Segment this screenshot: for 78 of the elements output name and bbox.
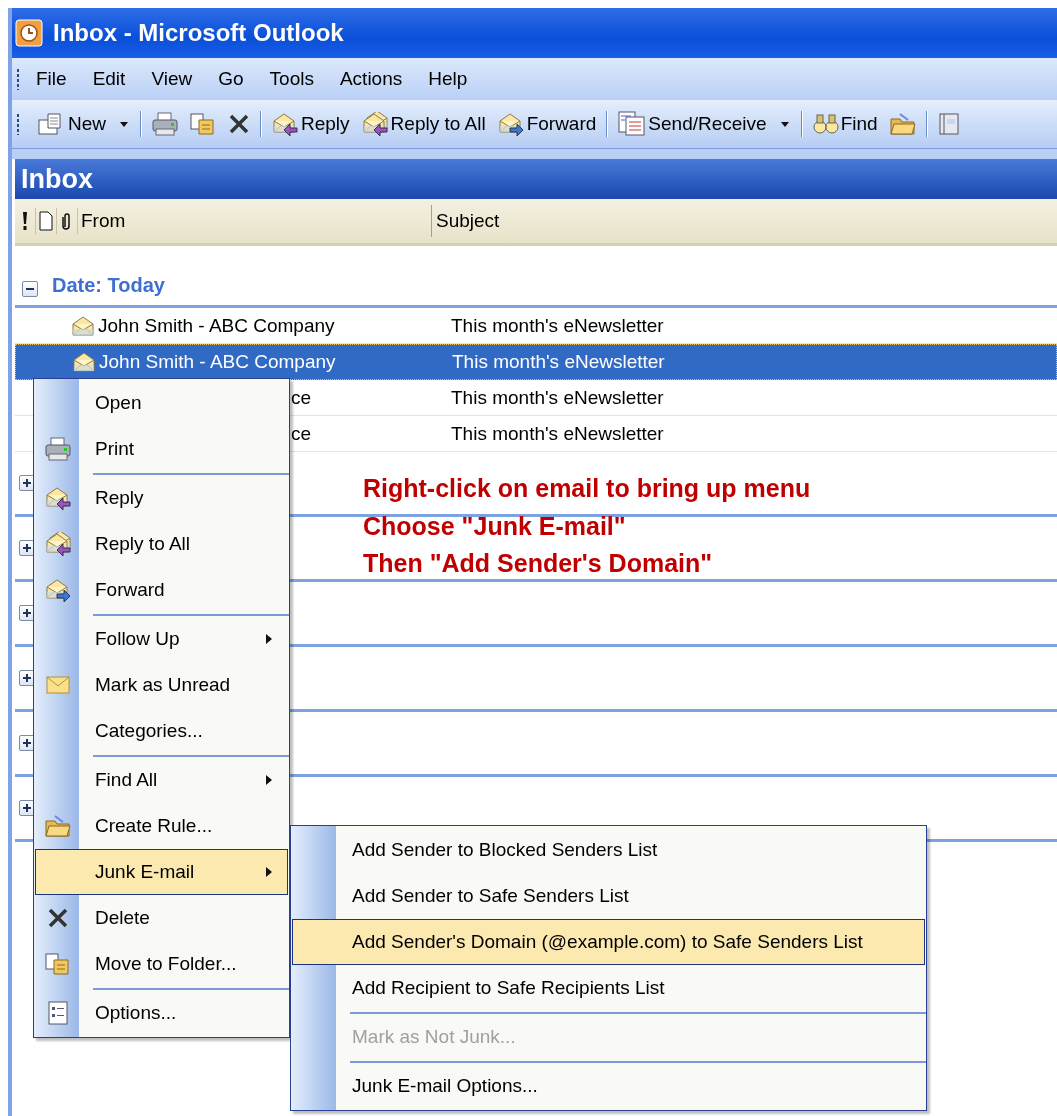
annotation-text: Right-click on email to bring up menu [363,473,811,504]
menu-item[interactable]: Add Recipient to Safe Recipients List [292,965,925,1011]
folder-icon [45,814,71,838]
delete-icon [47,907,69,929]
menu-item[interactable]: Go [206,68,258,90]
menu-item[interactable]: Junk E-mail [35,849,288,895]
reply-all-icon [361,111,389,137]
document-icon [39,211,53,231]
address-book-icon [937,112,960,136]
menu-item[interactable]: Add Sender to Blocked Senders List [292,827,925,873]
submenu-arrow-icon [265,774,273,786]
toolbar-button[interactable]: Reply to All [355,105,492,143]
menu-item[interactable]: Actions [327,68,417,90]
menu-item[interactable]: Help [416,68,482,90]
printer-icon [152,112,178,136]
annotation-text: Choose "Junk E-mail" [363,510,627,542]
menu-item[interactable]: Options... [35,990,288,1036]
group-label: Date: Today [52,274,165,297]
delete-icon [228,113,250,135]
subject-text: This month's eNewsletter [451,314,664,337]
sender-text: John Smith - ABC Company [98,314,335,336]
menu-item[interactable]: Tools [257,68,328,90]
forward-icon [497,111,525,137]
menu-item[interactable]: Junk E-mail Options... [292,1063,925,1109]
open-envelope-icon [71,314,95,337]
column-heading[interactable]: From [78,205,432,237]
send-receive-icon [618,111,647,137]
collapse-icon[interactable] [22,281,38,297]
sender-text: ce [291,422,312,444]
toolbar-button[interactable]: Reply [266,105,356,143]
sender-text: ce [291,386,312,408]
reply-icon [44,485,72,511]
importance-icon [22,211,28,231]
menu-item[interactable]: Create Rule... [35,803,288,849]
envelope-icon [46,675,70,695]
folder-icon [889,112,916,136]
submenu-arrow-icon [265,866,273,878]
menu-item[interactable]: Forward [35,567,288,613]
column-heading[interactable]: Subject [432,210,500,232]
toolbar-button[interactable]: Find [806,105,884,143]
menu-item[interactable]: Mark as Unread [35,662,288,708]
toolbar-button[interactable]: New [32,105,136,143]
binoculars-icon [812,112,839,136]
sender-text: John Smith - ABC Company [99,351,336,372]
printer-icon [45,437,71,461]
menu-item[interactable]: Categories... [35,708,288,754]
clock-icon [15,19,43,47]
menu-item[interactable]: Reply [35,475,288,521]
message-row[interactable]: John Smith - ABC Company This month's eNewsletter [15,344,1057,380]
subject-text: This month's eNewsletter [451,386,664,409]
menu-item[interactable]: Follow Up [35,616,288,662]
submenu-arrow-icon [265,633,273,645]
forward-icon [44,577,72,603]
documents-icon [45,952,71,976]
subject-text: This month's eNewsletter [451,422,664,445]
menu-item[interactable]: File [32,68,81,90]
menu-item[interactable]: Edit [80,68,140,90]
subject-text: This month's eNewsletter [452,351,665,373]
menu-item[interactable]: Add Sender to Safe Senders List [292,873,925,919]
menu-item[interactable]: Move to Folder... [35,941,288,987]
annotation-text: Then "Add Sender's Domain" [363,548,714,579]
list-document-icon [48,1001,68,1025]
paperclip-icon [62,211,72,231]
documents-icon [190,112,216,136]
menu-item[interactable]: View [139,68,207,90]
toolbar-grip[interactable] [16,68,20,90]
menu-item[interactable]: Delete [35,895,288,941]
menu-item[interactable]: Add Sender's Domain (@example.com) to Safe Senders List [292,919,925,965]
open-envelope-icon [72,351,96,373]
folder-header: Inbox [15,159,1057,199]
menu-item[interactable]: Reply to All [35,521,288,567]
reply-icon [272,111,299,137]
toolbar-grip[interactable] [16,113,20,135]
reply-all-icon [44,531,72,557]
menu-item[interactable]: Find All [35,757,288,803]
toolbar-button[interactable]: Send/Receive [612,105,797,143]
window-title: Inbox - Microsoft Outlook [53,19,344,47]
toolbar-button[interactable]: Forward [491,105,603,143]
